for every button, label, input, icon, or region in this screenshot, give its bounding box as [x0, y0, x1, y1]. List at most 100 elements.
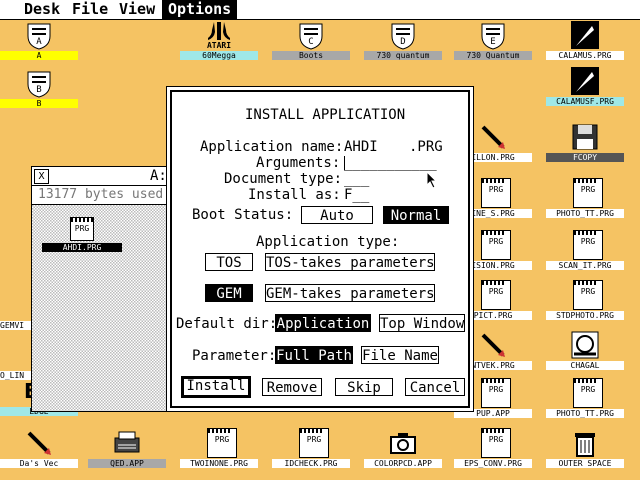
app-name-label: Application name:	[200, 139, 344, 155]
window-info-line: 13177 bytes used	[32, 186, 172, 205]
svg-text:A: A	[36, 37, 42, 47]
install-as-label: Install as:	[248, 187, 341, 203]
dir-application-button[interactable]: Application	[275, 314, 371, 332]
cancel-button[interactable]: Cancel	[405, 378, 465, 396]
program-icon: PRG	[573, 178, 603, 208]
atari-logo-text: ATARI	[206, 41, 232, 50]
window-content: PRG AHDI.PRG	[32, 205, 172, 411]
icon-label: CALAMUS.PRG	[546, 51, 624, 60]
param-full-path-button[interactable]: Full Path	[275, 346, 353, 364]
idcheck-prg-icon[interactable]: PRG IDCHECK.PRG	[272, 428, 350, 472]
dir-top-window-button[interactable]: Top Window	[379, 314, 465, 332]
icon-label: Da's Vec	[0, 459, 78, 468]
eps-conv-prg-icon[interactable]: PRG EPS_CONV.PRG	[454, 428, 532, 472]
remove-button[interactable]: Remove	[262, 378, 322, 396]
icon-label: Boots	[272, 51, 350, 60]
twoinone-prg-icon[interactable]: PRG TWOINONE.PRG	[180, 428, 258, 472]
program-icon: PRG	[70, 217, 94, 241]
scan-it-prg-icon[interactable]: PRG SCAN_IT.PRG	[546, 230, 624, 274]
file-ahdi-prg[interactable]: PRG AHDI.PRG	[42, 217, 122, 257]
chagal-face-icon	[571, 331, 599, 359]
program-icon: PRG	[573, 280, 603, 310]
icon-label: 730 Quantum	[454, 51, 532, 60]
das-vec-icon[interactable]: Da's Vec	[0, 428, 78, 472]
program-icon: PRG	[481, 178, 511, 208]
drive-b-icon[interactable]: B B	[0, 68, 78, 112]
type-tos-parameters-button[interactable]: TOS-takes parameters	[265, 253, 435, 271]
param-file-name-button[interactable]: File Name	[361, 346, 439, 364]
arguments-field[interactable]: ___________	[344, 155, 437, 171]
type-gem-parameters-button[interactable]: GEM-takes parameters	[265, 284, 435, 302]
svg-text:C: C	[308, 37, 313, 47]
trash-can-icon	[575, 433, 595, 457]
skip-button[interactable]: Skip	[335, 378, 393, 396]
arguments-label: Arguments:	[256, 155, 341, 171]
outer-space-icon[interactable]: OUTER SPACE	[546, 428, 624, 472]
fcopy-icon[interactable]: FCOPY	[546, 122, 624, 166]
shield-icon: D	[391, 23, 415, 50]
drive-730-quantum-2-icon[interactable]: E 730 Quantum	[454, 20, 532, 64]
install-as-field[interactable]: F__	[344, 187, 369, 203]
parameter-label: Parameter:	[192, 348, 277, 364]
default-dir-label: Default dir:	[176, 316, 278, 332]
icon-label: A	[0, 51, 78, 60]
qed-app-icon[interactable]: QED.APP	[88, 428, 166, 472]
photo-tt-prg-icon[interactable]: PRG PHOTO_TT.PRG	[546, 178, 624, 222]
icon-label: TWOINONE.PRG	[180, 459, 258, 468]
pen-icon	[27, 431, 51, 455]
boot-auto-button[interactable]: Auto	[301, 206, 373, 224]
pen-icon	[481, 125, 505, 149]
drive-a-window[interactable]: X A: 13177 bytes used PRG AHDI.PRG	[31, 166, 173, 412]
install-button[interactable]: Install	[181, 376, 251, 398]
dialog-title: INSTALL APPLICATION	[245, 107, 406, 123]
icon-label: SCAN_IT.PRG	[546, 261, 624, 270]
hd-60megga-icon[interactable]: ATARI 60Megga	[180, 20, 258, 64]
type-gem-button[interactable]: GEM	[205, 284, 253, 302]
window-titlebar[interactable]: X A:	[32, 167, 172, 186]
program-icon: PRG	[481, 378, 511, 408]
drive-boots-icon[interactable]: C Boots	[272, 20, 350, 64]
boot-normal-button[interactable]: Normal	[383, 206, 449, 224]
drive-a-icon[interactable]: A A	[0, 20, 78, 64]
menu-view[interactable]: View	[113, 0, 161, 19]
document-type-field[interactable]: ___	[344, 171, 369, 187]
app-name-field[interactable]: AHDI	[344, 139, 378, 155]
mouse-pointer-icon	[426, 171, 438, 189]
application-type-label: Application type:	[256, 234, 400, 250]
colorpcd-app-icon[interactable]: COLORPCD.APP	[364, 428, 442, 472]
floppy-disk-icon	[572, 124, 598, 150]
document-type-label: Document type:	[224, 171, 343, 187]
icon-label: STDPHOTO.PRG	[546, 311, 624, 320]
calamus-feather-icon	[571, 21, 599, 49]
calamusf-prg-icon[interactable]: CALAMUSF.PRG	[546, 66, 624, 110]
icon-label: CHAGAL	[546, 361, 624, 370]
typewriter-icon	[114, 431, 140, 453]
menu-file[interactable]: File	[66, 0, 114, 19]
program-icon: PRG	[481, 428, 511, 458]
close-icon[interactable]: X	[34, 169, 49, 184]
program-icon: PRG	[573, 378, 603, 408]
camera-icon	[390, 433, 416, 454]
chagal-icon[interactable]: CHAGAL	[546, 330, 624, 374]
shield-icon: A	[27, 23, 51, 50]
program-icon: PRG	[481, 230, 511, 260]
calamus-prg-icon[interactable]: CALAMUS.PRG	[546, 20, 624, 64]
pen-icon	[481, 333, 505, 357]
photo-tt-prg-2-icon[interactable]: PRG PHOTO_TT.PRG	[546, 378, 624, 422]
window-title: A:	[150, 168, 167, 184]
icon-label: COLORPCD.APP	[364, 459, 442, 468]
drive-730-quantum-icon[interactable]: D 730 quantum	[364, 20, 442, 64]
icon-label: CALAMUSF.PRG	[546, 97, 624, 106]
calamus-feather-icon	[571, 67, 599, 95]
menu-desk[interactable]: Desk	[18, 0, 66, 19]
svg-text:B: B	[36, 85, 41, 95]
shield-icon: C	[299, 23, 323, 50]
menu-bar: Desk File View Options	[0, 0, 640, 20]
icon-label: OUTER SPACE	[546, 459, 624, 468]
program-icon: PRG	[299, 428, 329, 458]
stdphoto-prg-icon[interactable]: PRG STDPHOTO.PRG	[546, 280, 624, 324]
icon-label: IDCHECK.PRG	[272, 459, 350, 468]
type-tos-button[interactable]: TOS	[205, 253, 253, 271]
menu-options[interactable]: Options	[162, 0, 238, 19]
icon-label: 730 quantum	[364, 51, 442, 60]
